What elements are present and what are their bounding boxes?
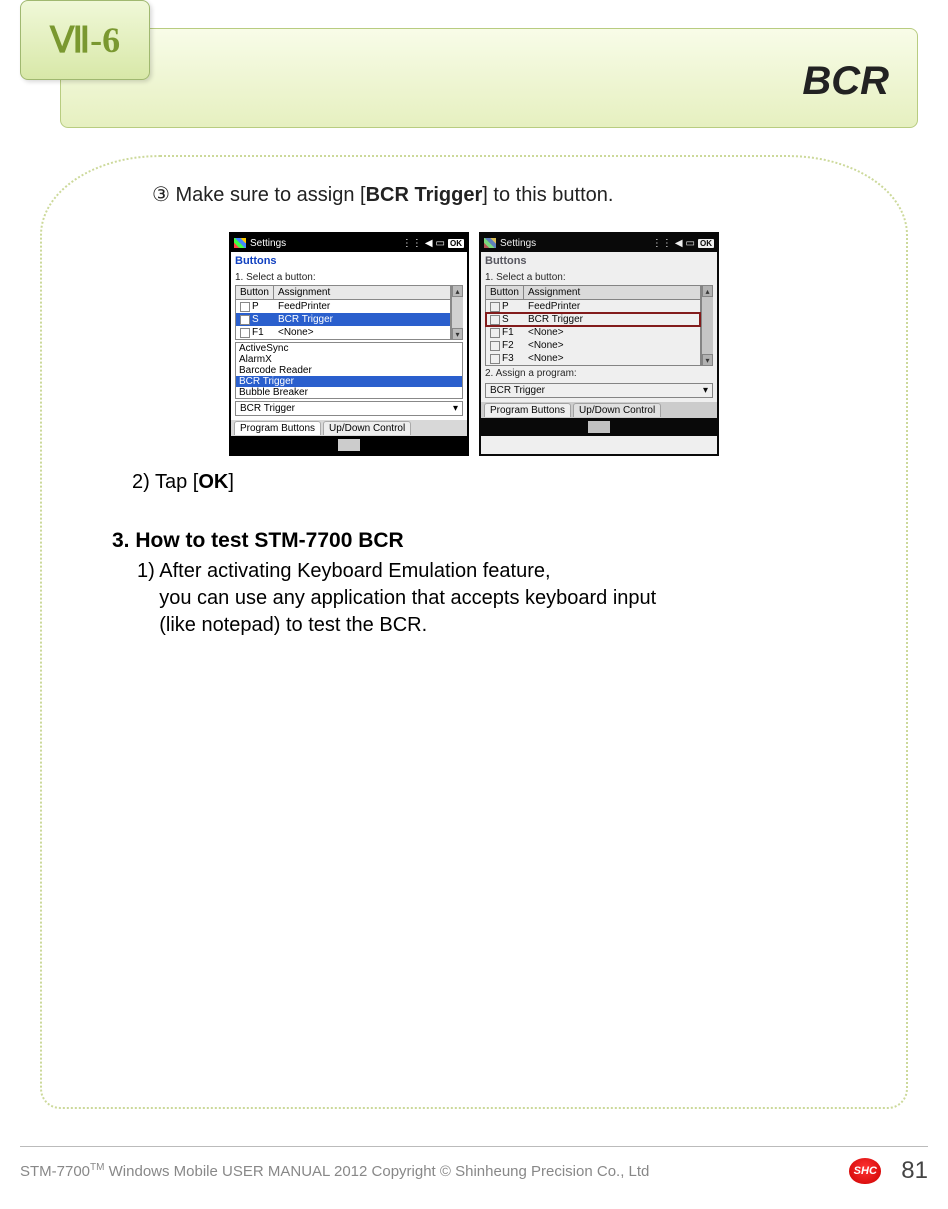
table-row: F1<None> xyxy=(486,326,700,339)
label-assign-program: 2. Assign a program: xyxy=(481,366,717,381)
list-item[interactable]: AlarmX xyxy=(236,354,462,365)
bottom-tabs: Program Buttons Up/Down Control xyxy=(231,420,467,436)
button-icon xyxy=(240,302,250,312)
button-table[interactable]: Button Assignment PFeedPrinter SBCR Trig… xyxy=(235,285,451,340)
table-row: F1<None> xyxy=(236,326,450,339)
shc-logo: SHC xyxy=(849,1158,881,1184)
screenshot-right: Settings ⋮⋮ ◀ ▭ OK Buttons 1. Select a b… xyxy=(479,232,719,456)
tab-updown-control[interactable]: Up/Down Control xyxy=(573,403,661,417)
battery-icon: ▭ xyxy=(686,238,695,249)
page-number: 81 xyxy=(901,1157,928,1185)
section-3: 3. How to test STM-7700 BCR 1) After act… xyxy=(112,529,846,639)
footer-text: STM-7700TM Windows Mobile USER MANUAL 20… xyxy=(20,1162,649,1180)
step-2-text: 2) Tap [OK] xyxy=(132,471,846,494)
col-assignment: Assignment xyxy=(524,286,700,299)
taskbar-title: Settings xyxy=(250,238,286,249)
button-icon xyxy=(490,341,500,351)
table-row: F2<None> xyxy=(486,339,700,352)
windows-flag-icon xyxy=(234,238,246,248)
page-title: BCR xyxy=(802,59,889,104)
content-box: ③ Make sure to assign [BCR Trigger] to t… xyxy=(40,155,908,1109)
button-icon xyxy=(490,328,500,338)
tab-program-buttons[interactable]: Program Buttons xyxy=(484,403,571,417)
program-dropdown-list[interactable]: ActiveSync AlarmX Barcode Reader BCR Tri… xyxy=(235,342,463,399)
assign-combobox[interactable]: BCR Trigger▾ xyxy=(485,383,713,398)
table-row-selected: SBCR Trigger xyxy=(236,313,450,326)
tab-program-buttons[interactable]: Program Buttons xyxy=(234,421,321,435)
screenshot-left: Settings ⋮⋮ ◀ ▭ OK Buttons 1. Select a b… xyxy=(229,232,469,456)
table-row: F3<None> xyxy=(486,352,700,365)
ok-button[interactable]: OK xyxy=(698,239,714,248)
button-icon xyxy=(240,315,250,325)
taskbar-title: Settings xyxy=(500,238,536,249)
sip-bar xyxy=(231,436,467,454)
footer: STM-7700TM Windows Mobile USER MANUAL 20… xyxy=(20,1146,928,1185)
button-icon xyxy=(490,354,500,364)
section-3-body: 1) After activating Keyboard Emulation f… xyxy=(137,558,846,639)
list-item[interactable]: Barcode Reader xyxy=(236,365,462,376)
signal-icon: ⋮⋮ xyxy=(652,238,672,249)
header-bar: BCR xyxy=(60,28,918,128)
screen-title: Buttons xyxy=(481,252,717,270)
step-marker: ③ xyxy=(152,184,170,206)
taskbar: Settings ⋮⋮ ◀ ▭ OK xyxy=(481,234,717,252)
volume-icon: ◀ xyxy=(425,238,433,249)
button-icon xyxy=(490,315,500,325)
label-select-button: 1. Select a button: xyxy=(231,270,467,285)
table-row: PFeedPrinter xyxy=(486,300,700,313)
keyboard-icon[interactable] xyxy=(588,421,610,433)
keyboard-icon[interactable] xyxy=(338,439,360,451)
section-3-heading: 3. How to test STM-7700 BCR xyxy=(112,529,846,553)
taskbar-status-icons: ⋮⋮ ◀ ▭ OK xyxy=(402,238,464,249)
button-icon xyxy=(490,302,500,312)
col-button: Button xyxy=(236,286,274,299)
battery-icon: ▭ xyxy=(436,238,445,249)
screenshots-row: Settings ⋮⋮ ◀ ▭ OK Buttons 1. Select a b… xyxy=(102,232,846,456)
chapter-tab: Ⅶ-6 xyxy=(20,0,150,80)
button-icon xyxy=(240,328,250,338)
table-row-highlighted: SBCR Trigger xyxy=(486,313,700,326)
assign-combobox[interactable]: BCR Trigger▾ xyxy=(235,401,463,416)
scrollbar[interactable]: ▴▾ xyxy=(451,285,463,340)
signal-icon: ⋮⋮ xyxy=(402,238,422,249)
chevron-down-icon: ▾ xyxy=(703,385,708,396)
taskbar-status-icons: ⋮⋮ ◀ ▭ OK xyxy=(652,238,714,249)
step-3-text: ③ Make sure to assign [BCR Trigger] to t… xyxy=(152,182,846,207)
sip-bar xyxy=(481,418,717,436)
button-table[interactable]: Button Assignment PFeedPrinter SBCR Trig… xyxy=(485,285,701,366)
volume-icon: ◀ xyxy=(675,238,683,249)
windows-flag-icon xyxy=(484,238,496,248)
list-item[interactable]: ActiveSync xyxy=(236,343,462,354)
ok-button[interactable]: OK xyxy=(448,239,464,248)
tab-updown-control[interactable]: Up/Down Control xyxy=(323,421,411,435)
screen-title: Buttons xyxy=(231,252,467,270)
table-row: PFeedPrinter xyxy=(236,300,450,313)
bottom-tabs: Program Buttons Up/Down Control xyxy=(481,402,717,418)
taskbar: Settings ⋮⋮ ◀ ▭ OK xyxy=(231,234,467,252)
chevron-down-icon: ▾ xyxy=(453,403,458,414)
col-button: Button xyxy=(486,286,524,299)
chapter-label: Ⅶ-6 xyxy=(50,19,120,61)
scrollbar[interactable]: ▴▾ xyxy=(701,285,713,366)
list-item-selected[interactable]: BCR Trigger xyxy=(236,376,462,387)
list-item[interactable]: Bubble Breaker xyxy=(236,387,462,398)
label-select-button: 1. Select a button: xyxy=(481,270,717,285)
col-assignment: Assignment xyxy=(274,286,450,299)
